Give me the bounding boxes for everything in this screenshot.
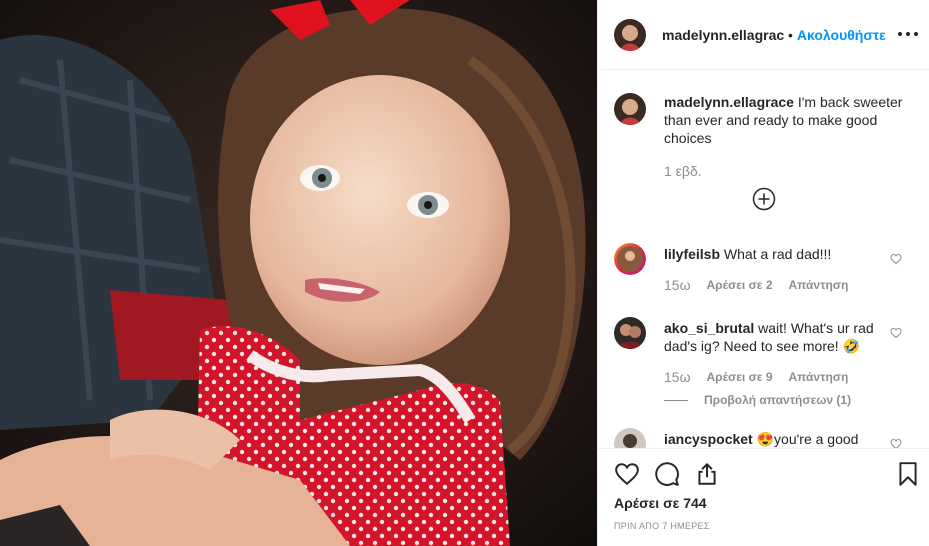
comment-username[interactable]: lilyfeilsb [664, 246, 720, 262]
reply-button[interactable]: Απάντηση [789, 370, 849, 384]
post-photo[interactable] [0, 0, 597, 546]
comment-username[interactable]: ako_si_brutal [664, 320, 754, 336]
view-replies-button[interactable]: Προβολή απαντήσεων (1) [664, 393, 851, 407]
post-side-panel: madelynn.ellagrace • Ακολουθήστε madelyn… [597, 0, 929, 546]
avatar[interactable] [614, 93, 646, 125]
more-options-icon[interactable] [898, 24, 918, 44]
comment-time[interactable]: 15ω [664, 369, 691, 385]
avatar[interactable] [614, 18, 646, 51]
follow-button[interactable]: Ακολουθήστε [797, 27, 886, 43]
share-icon[interactable] [694, 461, 720, 487]
header-username[interactable]: madelynn.ellagrace [662, 27, 784, 43]
heart-outline-icon[interactable] [890, 326, 902, 339]
comment-meta: 15ω Αρέσει σε 2 Απάντηση [664, 277, 848, 293]
heart-outline-icon[interactable] [890, 252, 902, 265]
heart-outline-icon[interactable] [614, 461, 640, 487]
post-photo-image [0, 0, 597, 546]
avatar[interactable] [614, 243, 646, 275]
reply-button[interactable]: Απάντηση [789, 278, 849, 292]
comment-text: ako_si_brutal wait! What's ur rad dad's … [664, 319, 886, 355]
heart-outline-icon[interactable] [890, 437, 902, 448]
posted-time: ΠΡΙΝ ΑΠΟ 7 ΗΜΕΡΕΣ [614, 521, 710, 531]
comment-body: What a rad dad!!! [723, 246, 832, 262]
comment-username[interactable]: iancyspocket [664, 431, 753, 447]
caption-time[interactable]: 1 εβδ. [664, 163, 702, 179]
avatar[interactable] [614, 428, 646, 448]
caption-username[interactable]: madelynn.ellagrace [664, 94, 794, 110]
post-actions: Αρέσει σε 744 ΠΡΙΝ ΑΠΟ 7 ΗΜΕΡΕΣ [598, 448, 929, 546]
post-header: madelynn.ellagrace • Ακολουθήστε [598, 0, 929, 70]
avatar[interactable] [614, 317, 646, 349]
caption-text: madelynn.ellagrace I'm back sweeter than… [664, 93, 909, 147]
comment-text: lilyfeilsb What a rad dad!!! [664, 245, 886, 263]
comments-section[interactable]: madelynn.ellagrace I'm back sweeter than… [598, 71, 929, 448]
likes-count[interactable]: Αρέσει σε 744 [614, 495, 707, 511]
comment-body: 😍you're a good [756, 431, 859, 447]
comment-text: iancyspocket 😍you're a good [664, 430, 886, 448]
separator-dot: • [788, 26, 793, 43]
plus-circle-icon[interactable] [752, 187, 776, 211]
speech-bubble-icon[interactable] [654, 461, 680, 487]
comment-likes[interactable]: Αρέσει σε 2 [707, 278, 773, 292]
bookmark-icon[interactable] [895, 461, 921, 487]
comment-time[interactable]: 15ω [664, 277, 691, 293]
view-replies-label: Προβολή απαντήσεων (1) [704, 393, 852, 407]
comment-likes[interactable]: Αρέσει σε 9 [707, 370, 773, 384]
comment-meta: 15ω Αρέσει σε 9 Απάντηση [664, 369, 848, 385]
replies-divider [664, 399, 688, 401]
